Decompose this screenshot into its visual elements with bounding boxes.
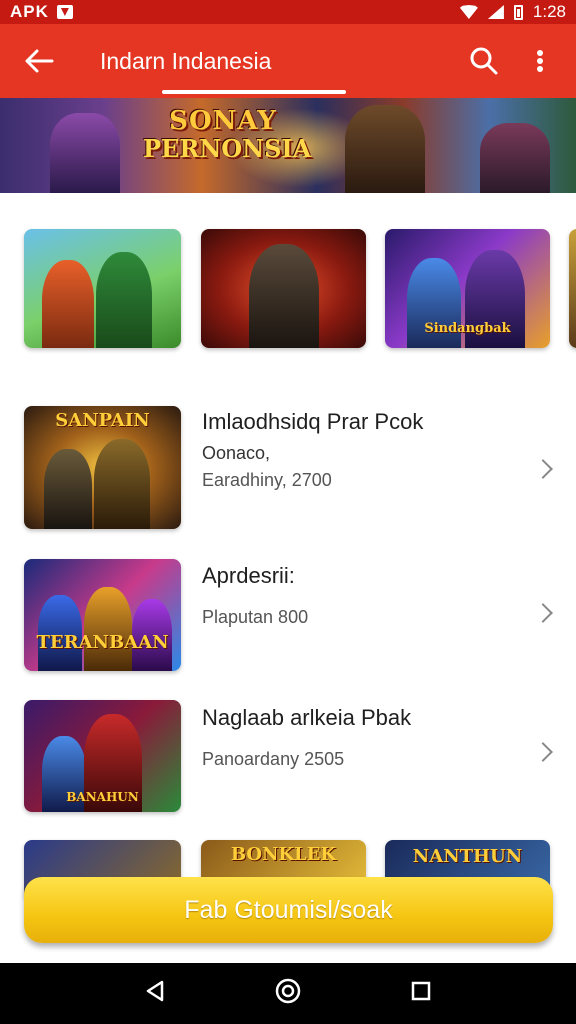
nav-recents-button[interactable] [410, 980, 432, 1007]
list-item-thumb[interactable]: BANAHUN [24, 700, 181, 812]
more-vert-icon [537, 50, 543, 72]
battery-icon [513, 4, 523, 20]
signal-icon [487, 5, 504, 19]
thumb-figure [84, 587, 132, 671]
thumb-caption: BANAHUN [66, 790, 139, 804]
list-item-thumb[interactable]: SANPAIN [24, 406, 181, 529]
back-arrow-icon [25, 49, 54, 73]
list-item-title: Aprdesrii: [202, 563, 295, 588]
app-bar-actions [464, 41, 560, 81]
chevron-right-icon[interactable] [533, 459, 553, 479]
banner-hero-left [50, 113, 120, 193]
notification-icon [56, 5, 73, 19]
game-thumb[interactable] [201, 229, 366, 348]
app-bar: Indarn Indanesia [0, 24, 576, 98]
page-title: Indarn Indanesia [100, 47, 272, 74]
thumb-figure [44, 449, 92, 529]
list-item-thumb[interactable]: TERANBAAN [24, 559, 181, 671]
wifi-icon [459, 5, 478, 19]
thumb-figure [249, 244, 319, 348]
search-button[interactable] [464, 41, 504, 81]
list-item-subtitle: Oonaco, [202, 443, 271, 463]
thumb-figure [42, 260, 94, 348]
thumb-caption: TERANBAAN [36, 632, 169, 653]
status-left: APK [10, 2, 73, 22]
list-item[interactable]: Naglaab arlkeia Pbak Panoardany 2505 [202, 705, 411, 770]
list-item-meta: Earadhiny, 2700 [202, 470, 332, 490]
banner-logo-line1: SONAY [169, 106, 277, 136]
list-item[interactable]: Aprdesrii: Plaputan 800 [202, 563, 308, 628]
nav-recents-icon [411, 981, 430, 1001]
list-item[interactable]: Imlaodhsidq Prar Pcok Oonaco, Earadhiny,… [202, 409, 423, 491]
clock: 1:28 [532, 2, 566, 21]
nav-back-icon [147, 980, 164, 1002]
banner-hero-right [480, 123, 550, 193]
thumb-caption: SANPAIN [55, 410, 150, 431]
thumb-caption: Sindangbak [424, 321, 511, 336]
game-thumb-partial[interactable] [569, 229, 576, 348]
more-button[interactable] [520, 41, 560, 81]
list-item-title: Naglaab arlkeia Pbak [202, 705, 412, 730]
thumb-caption: BONKLEK [230, 844, 337, 865]
nav-home-icon [275, 978, 301, 1004]
primary-action-button[interactable]: Fab Gtoumisl/soak [24, 877, 553, 943]
thumb-caption: NANTHUN [412, 846, 523, 867]
list-item-title: Imlaodhsidq Prar Pcok [202, 409, 424, 434]
list-item-meta: Panoardany 2505 [202, 749, 345, 769]
title-indicator [162, 90, 346, 94]
list-item-meta: Plaputan 800 [202, 607, 309, 627]
status-right: 1:28 [459, 2, 566, 22]
banner-hero-center [345, 105, 425, 193]
thumb-figure [94, 439, 150, 529]
hero-banner[interactable]: SONAY PERNONSIA [0, 98, 576, 193]
banner-logo-line2: PERNONSIA [143, 134, 312, 163]
nav-home-button[interactable] [275, 978, 301, 1009]
chevron-right-icon[interactable] [533, 742, 553, 762]
nav-back-button[interactable] [144, 979, 166, 1008]
carrier-label: APK [10, 2, 49, 21]
system-nav-bar [0, 963, 576, 1024]
thumb-figure [96, 252, 152, 348]
status-bar: APK 1:28 [0, 0, 576, 24]
back-button[interactable] [16, 38, 62, 84]
chevron-right-icon[interactable] [533, 603, 553, 623]
search-icon [470, 47, 498, 75]
game-thumb[interactable]: Sindangbak [385, 229, 550, 348]
game-thumb[interactable] [24, 229, 181, 348]
